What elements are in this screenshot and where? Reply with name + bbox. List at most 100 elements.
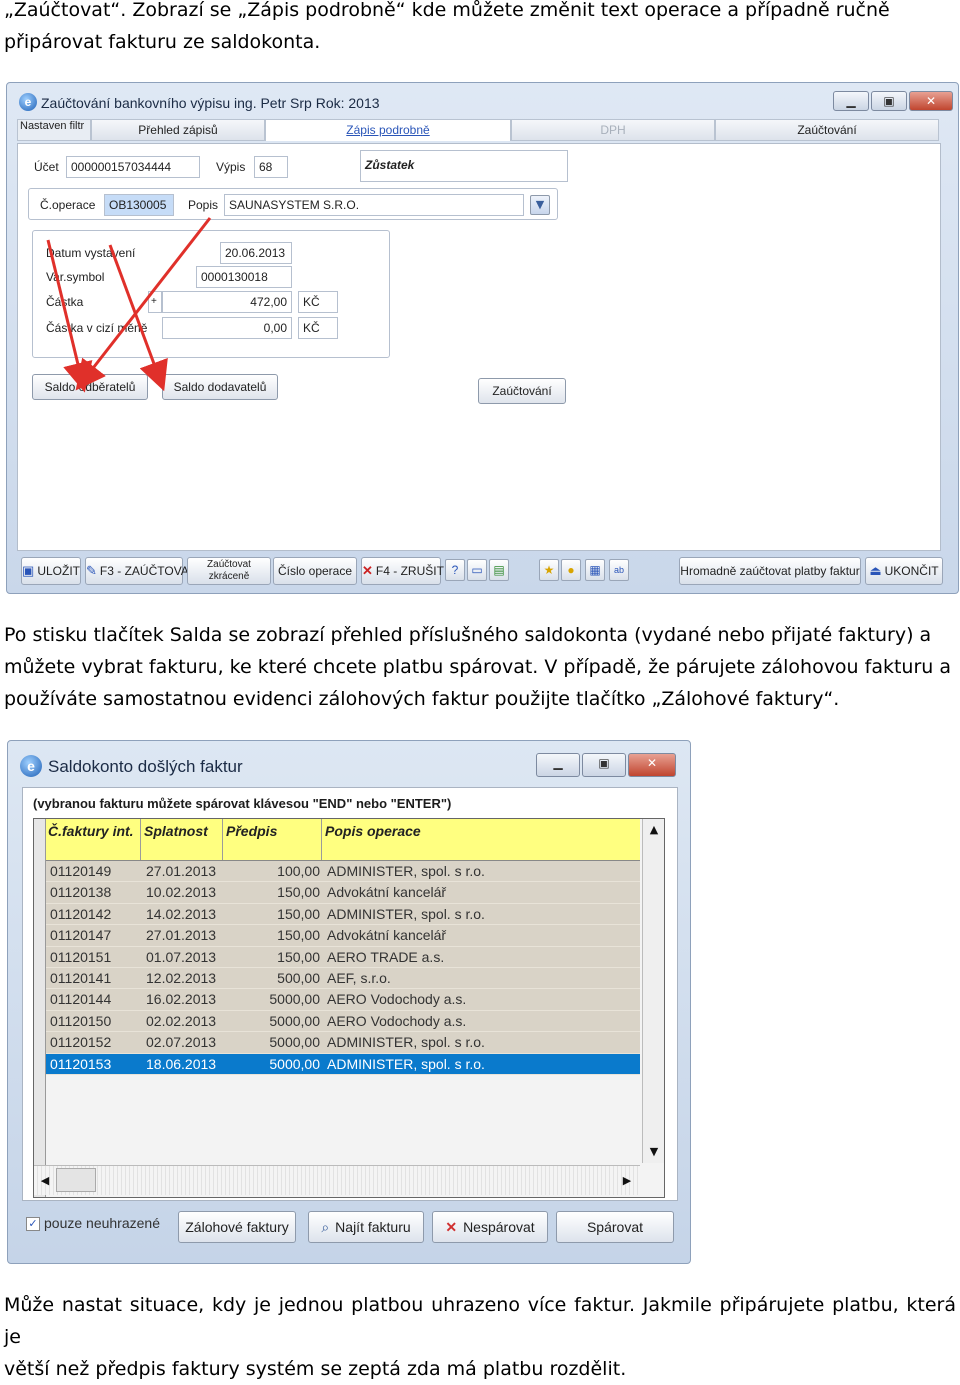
close-icon[interactable]: ✕ — [909, 91, 953, 111]
scroll-down-icon[interactable]: ▼ — [647, 1145, 661, 1159]
cell-invoice: 01120152 — [50, 1034, 112, 1051]
abc-icon[interactable]: ab — [609, 559, 629, 581]
cell-desc: AEF, s.r.o. — [327, 969, 391, 986]
table-row[interactable]: 01120149 27.01.2013 100,00 ADMINISTER, spol… — [46, 861, 640, 883]
foreign-currency: KČ — [298, 317, 338, 339]
amount-sign[interactable]: + — [148, 291, 162, 313]
issue-date-field[interactable]: 20.06.2013 — [220, 242, 292, 264]
description-field[interactable]: SAUNASYSTEM S.R.O. — [224, 194, 524, 216]
f4-cancel-button[interactable]: ✕ F4 - ZRUŠIT — [361, 557, 444, 585]
cell-desc: Advokátní kancelář — [327, 884, 447, 901]
short-post-label-1: Zaúčtovat — [207, 559, 251, 570]
table-row[interactable]: 01120142 14.02.2013 150,00 ADMINISTER, spol… — [46, 903, 640, 926]
posting-button[interactable]: Zaúčtování — [478, 378, 566, 404]
cell-invoice: 01120149 — [50, 863, 112, 879]
export-icon[interactable]: ▤ — [489, 559, 509, 581]
statement-field[interactable]: 68 — [254, 156, 288, 178]
invoice-grid[interactable]: Č.faktury int. Splatnost Předpis Popis o… — [33, 818, 665, 1198]
tab-dph[interactable]: DPH — [511, 119, 715, 141]
vertical-scrollbar[interactable]: ▲ ▼ — [642, 819, 664, 1163]
minimize-icon[interactable]: ▁ — [536, 753, 580, 777]
short-post-label-2: zkráceně — [208, 571, 250, 582]
account-field[interactable]: 000000157034444 — [66, 156, 200, 178]
table-row[interactable]: 01120138 10.02.2013 150,00 Advokátní kancel… — [46, 882, 640, 904]
cell-amount: 5000,00 — [269, 1012, 320, 1029]
saldo-suppliers-button[interactable]: Saldo dodavatelů — [162, 374, 278, 400]
unpair-button[interactable]: ✕ Nespárovat — [432, 1211, 548, 1243]
cell-invoice: 01120138 — [50, 884, 112, 901]
save-label: ULOŽIT — [37, 564, 80, 578]
horizontal-scrollbar[interactable]: ◀ ▶ — [34, 1165, 640, 1195]
op-number-button[interactable]: Číslo operace — [273, 557, 357, 585]
find-invoice-button[interactable]: ⌕ Najít fakturu — [308, 1211, 424, 1243]
column-header-amount[interactable]: Předpis — [226, 823, 277, 839]
find-invoice-label: Najít fakturu — [335, 1219, 411, 1235]
scroll-left-icon[interactable]: ◀ — [38, 1174, 52, 1188]
cell-amount: 150,00 — [277, 884, 320, 901]
cell-due: 16.02.2013 — [146, 991, 217, 1008]
advance-invoices-button[interactable]: Zálohové faktury — [178, 1211, 296, 1243]
cell-amount: 5000,00 — [269, 1055, 320, 1072]
cell-due: 18.06.2013 — [146, 1055, 217, 1072]
table-row[interactable]: 01120153 18.06.2013 5000,00 ADMINISTER, spo… — [46, 1053, 640, 1075]
minimize-icon[interactable]: ▁ — [833, 91, 869, 111]
amount-currency: KČ — [298, 291, 338, 313]
op-number-label: Č.operace — [40, 198, 96, 212]
exit-button[interactable]: ⏏ UKONČIT — [865, 557, 943, 585]
posting-window-titlebar[interactable]: e Zaúčtování bankovního výpisu ing. Petr… — [7, 83, 958, 113]
column-header-invoice[interactable]: Č.faktury int. — [48, 823, 134, 839]
f4-cancel-label: F4 - ZRUŠIT — [375, 564, 444, 578]
saldo-line-2: můžete vybrat fakturu, ke které chcete p… — [4, 656, 952, 678]
scroll-up-icon[interactable]: ▲ — [647, 823, 661, 837]
exit-label: UKONČIT — [884, 564, 939, 578]
maximize-icon[interactable]: ▣ — [871, 91, 907, 111]
amount-field[interactable]: 472,00 — [162, 291, 292, 313]
cell-desc: ADMINISTER, spol. s r.o. — [327, 1034, 485, 1051]
table-row[interactable]: 01120141 12.02.2013 500,00 AEF, s.r.o. — [46, 967, 640, 990]
table-row[interactable]: 01120147 27.01.2013 150,00 Advokátní kancel… — [46, 925, 640, 947]
app-icon: e — [19, 93, 37, 111]
star-icon[interactable]: ★ — [539, 559, 559, 581]
split-paragraph: Může nastat situace, kdy je jednou platb… — [4, 1289, 956, 1385]
window-icon[interactable]: ▭ — [467, 559, 487, 581]
save-button[interactable]: ▣ ULOŽIT — [21, 557, 81, 585]
scroll-right-icon[interactable]: ▶ — [620, 1174, 634, 1188]
table-row[interactable]: 01120150 02.02.2013 5000,00 AERO Vodochody … — [46, 1010, 640, 1033]
close-icon[interactable]: ✕ — [628, 753, 676, 777]
help-icon[interactable]: ? — [445, 559, 465, 581]
op-number-field[interactable]: OB130005 — [104, 194, 174, 216]
tab-posting[interactable]: Zaúčtování — [715, 119, 939, 141]
edit-icon: ✎ — [86, 563, 97, 578]
column-header-due[interactable]: Splatnost — [144, 823, 208, 839]
pair-button[interactable]: Spárovat — [556, 1211, 674, 1243]
amount-label: Částka — [46, 295, 84, 309]
short-post-button[interactable]: Zaúčtovat zkráceně — [187, 557, 271, 585]
tab-filter[interactable]: Nastaven filtr — [17, 119, 91, 141]
posting-tabs: Nastaven filtr Přehled zápisů Zápis podr… — [17, 119, 947, 141]
search-icon: ⌕ — [321, 1219, 330, 1235]
scroll-thumb[interactable] — [56, 1168, 96, 1192]
table-row[interactable]: 01120152 02.07.2013 5000,00 ADMINISTER, spo… — [46, 1032, 640, 1054]
maximize-icon[interactable]: ▣ — [582, 753, 626, 777]
table-row[interactable]: 01120151 01.07.2013 150,00 AERO TRADE a.s. — [46, 946, 640, 968]
saldo-customers-button[interactable]: Saldo odběratelů — [32, 374, 148, 400]
foreign-amount-field[interactable]: 0,00 — [162, 317, 292, 339]
column-header-desc[interactable]: Popis operace — [325, 823, 421, 839]
f3-post-button[interactable]: ✎ F3 - ZAÚČTOVAT — [85, 557, 195, 585]
bag-icon[interactable]: ● — [561, 559, 581, 581]
cell-amount: 5000,00 — [269, 991, 320, 1008]
calendar-icon[interactable]: ▦ — [585, 559, 605, 581]
bulk-post-button[interactable]: Hromadně zaúčtovat platby faktur — [679, 557, 861, 585]
table-row[interactable]: 01120144 16.02.2013 5000,00 AERO Vodochody … — [46, 989, 640, 1011]
unpaid-only-checkbox[interactable]: ✓ — [26, 1217, 40, 1231]
floppy-icon: ▣ — [22, 563, 35, 578]
chevron-down-icon[interactable]: ▼ — [530, 195, 550, 215]
var-symbol-field[interactable]: 0000130018 — [196, 266, 292, 288]
tab-overview[interactable]: Přehled zápisů — [91, 119, 265, 141]
cell-amount: 5000,00 — [269, 1034, 320, 1051]
cell-invoice: 01120150 — [50, 1012, 112, 1029]
saldo-window-titlebar[interactable]: e Saldokonto došlých faktur ▁ ▣ ✕ — [8, 741, 690, 781]
tab-detail[interactable]: Zápis podrobně — [265, 119, 511, 141]
f3-post-label: F3 - ZAÚČTOVAT — [99, 564, 196, 578]
cell-amount: 100,00 — [277, 863, 320, 879]
